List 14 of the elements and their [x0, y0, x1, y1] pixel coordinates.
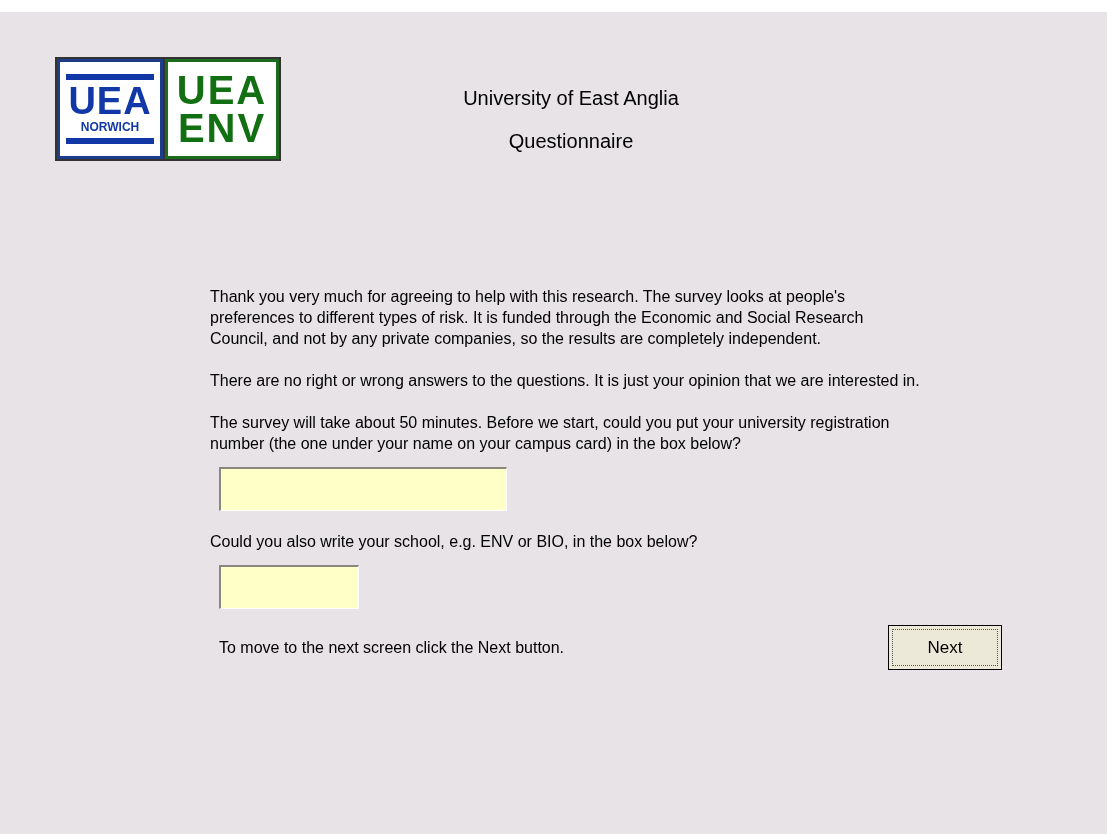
next-button[interactable]: Next [888, 625, 1002, 670]
page-subtitle: Questionnaire [508, 130, 634, 153]
intro-paragraph: There are no right or wrong answers to the questions. It is just your opinion that we are interested in. [210, 371, 920, 391]
logo-text: ENV [177, 109, 267, 147]
page-title: University of East Anglia [463, 87, 679, 110]
logo-text: UEA [176, 71, 268, 109]
school-field[interactable] [219, 565, 359, 609]
intro-paragraph: The survey will take about 50 minutes. Before we start, could you put your university registration number (the one under your name on your campus card) in the box below? [210, 413, 891, 454]
logo-text: UEA [68, 83, 152, 119]
school-prompt: Could you also write your school, e.g. ENV or BIO, in the box below? [210, 532, 699, 552]
logo-text: NORWICH [80, 119, 140, 135]
intro-paragraph: Thank you very much for agreeing to help with this research. The survey looks at people's preferences to different types of risk. It is funded through the Economic and Social Research Council, and not by any private companies, so the results are completely independent. [210, 287, 865, 349]
registration-number-field[interactable] [219, 467, 507, 511]
next-hint: To move to the next screen click the Next button. [219, 638, 565, 657]
